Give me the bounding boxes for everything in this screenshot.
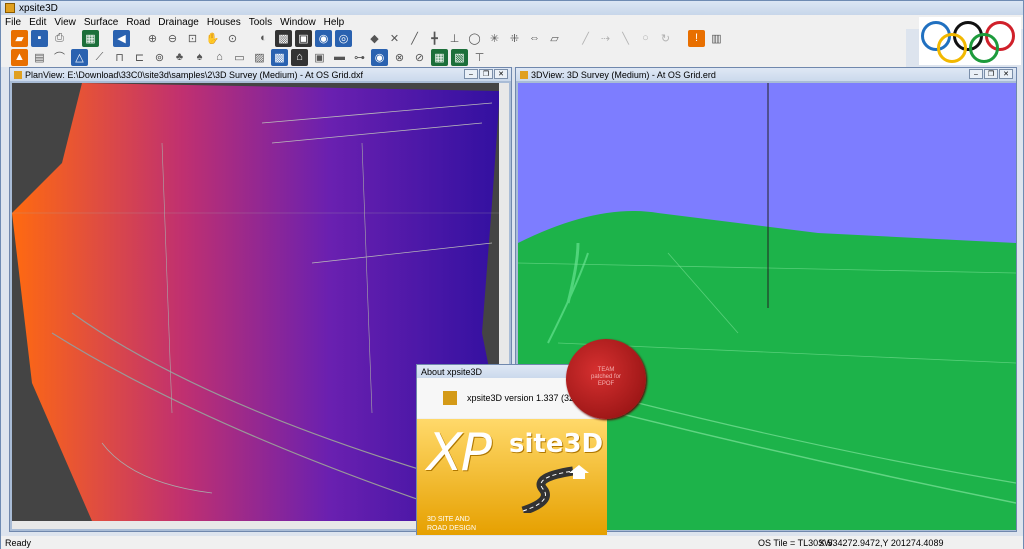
kerb-icon[interactable]: ▬ — [331, 49, 348, 66]
ruler-icon[interactable]: ▱ — [546, 30, 563, 47]
star-icon[interactable]: ✳ — [486, 30, 503, 47]
status-bar: Ready OS Tile = TL30SW X 534272.9472,Y 2… — [1, 536, 1023, 549]
open-icon[interactable]: ▰ — [11, 29, 28, 47]
road-logo-icon — [521, 465, 589, 513]
faded-node-icon: ○ — [642, 32, 649, 44]
doc-icon — [14, 70, 22, 79]
restore-button[interactable]: ❐ — [984, 69, 998, 79]
main-toolbar: ▰ ▪ ⎙ ▦ ◀ ⊕ ⊖ ⊡ ✋ ⊙ ◐ ▩ ▣ ◉ ◎ ◆ ✕ ╱ ╋ ⊥ … — [1, 28, 906, 48]
back-icon[interactable]: ◀ — [113, 29, 130, 47]
house2-icon[interactable]: ⌂ — [291, 48, 308, 66]
green-icon[interactable]: ▦ — [431, 48, 448, 66]
pan-icon[interactable]: ✋ — [204, 30, 221, 47]
menu-tools[interactable]: Tools — [249, 17, 272, 28]
green2-icon[interactable]: ▧ — [451, 48, 468, 66]
menu-houses[interactable]: Houses — [207, 17, 241, 28]
restore-button[interactable]: ❐ — [479, 69, 493, 79]
warning-icon[interactable]: ▲ — [11, 48, 28, 66]
faded-diag-icon: ╲ — [622, 32, 629, 45]
cross-icon[interactable]: ✕ — [386, 30, 403, 47]
zoom-window-icon[interactable]: ⊡ — [184, 30, 201, 47]
target-icon[interactable]: ◉ — [371, 48, 388, 66]
menu-surface[interactable]: Surface — [84, 17, 118, 28]
terrain-icon[interactable]: ▩ — [271, 48, 288, 66]
tree2-icon[interactable]: ♠ — [191, 49, 208, 66]
menu-help[interactable]: Help — [324, 17, 345, 28]
close-button[interactable]: ✕ — [494, 69, 508, 79]
doc-icon — [520, 70, 528, 79]
node-icon[interactable]: ⁜ — [506, 30, 523, 47]
building-icon[interactable]: ▣ — [311, 49, 328, 66]
menu-road[interactable]: Road — [126, 17, 150, 28]
zoom-in-icon[interactable]: ⊕ — [144, 30, 161, 47]
alert-icon[interactable]: ! — [688, 29, 705, 47]
zoom-out-icon[interactable]: ⊖ — [164, 30, 181, 47]
plan-view-titlebar[interactable]: PlanView: E:\Download\33C0\site3d\sample… — [10, 68, 511, 81]
surface-icon[interactable]: ▦ — [82, 29, 99, 47]
perpendicular-icon[interactable]: ⊥ — [446, 30, 463, 47]
tangent-icon[interactable]: ╋ — [426, 30, 443, 47]
faded-rotate-icon: ↻ — [660, 32, 671, 45]
grid-icon[interactable]: ▥ — [708, 30, 725, 47]
tree-icon[interactable]: ♣ — [171, 49, 188, 66]
coordinates: X 534272.9472,Y 201274.4089 — [819, 537, 944, 548]
pipe-icon[interactable]: ⊘ — [411, 49, 428, 66]
menu-view[interactable]: View — [54, 17, 76, 28]
menu-window[interactable]: Window — [280, 17, 316, 28]
app-window: xpsite3D File Edit View Surface Road Dra… — [0, 0, 1024, 549]
print-icon[interactable]: ⎙ — [51, 30, 68, 47]
pin-icon[interactable]: ⊚ — [151, 49, 168, 66]
fence-icon[interactable]: ▭ — [231, 49, 248, 66]
cut-icon[interactable]: ⊏ — [131, 49, 148, 66]
faded-span-icon: ⇢ — [600, 32, 611, 45]
3d-view-titlebar[interactable]: 3DView: 3D Survey (Medium) - At OS Grid.… — [516, 68, 1016, 81]
plan-view-title: PlanView: E:\Download\33C0\site3d\sample… — [25, 69, 363, 80]
3d-view-title: 3DView: 3D Survey (Medium) - At OS Grid.… — [531, 69, 716, 80]
circle-icon[interactable]: ◯ — [466, 30, 483, 47]
menu-edit[interactable]: Edit — [29, 17, 46, 28]
triangle-icon[interactable]: △ — [71, 48, 88, 66]
view-2d3d-icon[interactable]: ◐ — [255, 30, 272, 47]
road-icon[interactable]: ▤ — [31, 49, 48, 66]
status-text: Ready — [5, 537, 32, 548]
close-button[interactable]: ✕ — [999, 69, 1013, 79]
shade-icon[interactable]: ▣ — [295, 29, 312, 47]
render-icon[interactable]: ▩ — [275, 29, 292, 47]
olympic-rings-logo — [919, 17, 1021, 65]
measure-icon[interactable]: ⇔ — [526, 30, 543, 47]
logo-xp: XP — [427, 423, 492, 483]
bridge-icon[interactable]: ⌒ — [51, 49, 68, 66]
sign-icon[interactable]: ⊤ — [471, 49, 488, 66]
menu-drainage[interactable]: Drainage — [158, 17, 199, 28]
minimize-button[interactable]: – — [969, 69, 983, 79]
section-icon[interactable]: ⊓ — [111, 49, 128, 66]
boundary-icon[interactable]: ▨ — [251, 49, 268, 66]
menu-bar: File Edit View Surface Road Drainage Hou… — [1, 15, 1023, 29]
wax-seal: TEAM patched for EPOF — [566, 339, 646, 419]
house-icon[interactable]: ⌂ — [211, 49, 228, 66]
line-icon[interactable]: ╱ — [406, 30, 423, 47]
save-icon[interactable]: ▪ — [31, 29, 48, 47]
app-icon — [5, 3, 15, 13]
sky-icon[interactable]: ◉ — [315, 29, 332, 47]
menu-file[interactable]: File — [5, 17, 21, 28]
zoom-all-icon[interactable]: ⊙ — [224, 30, 241, 47]
seal-text: TEAM patched for EPOF — [590, 367, 622, 387]
drain-icon[interactable]: ⊗ — [391, 49, 408, 66]
faded-line-icon: ╱ — [582, 32, 589, 45]
product-logo: XP site3D 3D SITE AND ROAD DESIGN — [417, 419, 607, 535]
logo-tagline: 3D SITE AND ROAD DESIGN — [427, 516, 477, 532]
minimize-button[interactable]: – — [464, 69, 478, 79]
app-icon — [443, 391, 457, 405]
window-title: xpsite3D — [19, 2, 58, 14]
camera-icon[interactable]: ◎ — [335, 29, 352, 47]
vehicle-icon[interactable]: ⊶ — [351, 49, 368, 66]
road-toolbar: ▲ ▤ ⌒ △ ⟋ ⊓ ⊏ ⊚ ♣ ♠ ⌂ ▭ ▨ ▩ ⌂ ▣ ▬ ⊶ ◉ ⊗ … — [1, 47, 906, 67]
logo-site3d: site3D — [509, 429, 604, 459]
grade-icon[interactable]: ⟋ — [91, 49, 108, 66]
point-icon[interactable]: ◆ — [366, 30, 383, 47]
title-bar: xpsite3D — [1, 1, 1023, 15]
